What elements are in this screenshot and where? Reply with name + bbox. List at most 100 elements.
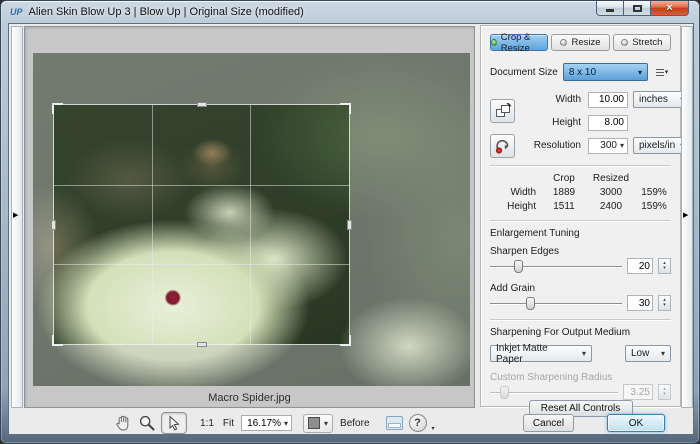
slider-track <box>490 266 622 267</box>
slider-thumb <box>500 386 509 399</box>
constrain-link-icon <box>494 137 512 155</box>
row-label-height: Height <box>490 201 542 212</box>
hand-tool-button[interactable] <box>113 413 133 433</box>
height-label: Height <box>525 117 583 128</box>
separator <box>490 165 671 167</box>
dialog-content: ▶ Macro Spider.jpg <box>8 23 694 435</box>
dialog-window: UP Alien Skin Blow Up 3 | Blow Up | Orig… <box>0 0 700 444</box>
width-percent-value: 159% <box>636 187 672 198</box>
help-menu-arrow-icon[interactable]: ▾ <box>432 425 435 435</box>
add-grain-value[interactable] <box>627 295 653 311</box>
custom-radius-group: Custom Sharpening Radius ▴ ▾ <box>490 362 671 400</box>
resolution-label: Resolution <box>525 140 583 151</box>
resolution-units-value: pixels/in <box>639 140 675 151</box>
height-percent-value: 159% <box>636 201 672 212</box>
actual-size-button[interactable]: 1:1 <box>198 418 216 429</box>
zoom-tool-button[interactable] <box>138 414 156 432</box>
constrain-proportions-button[interactable] <box>490 134 515 158</box>
split-preview-button[interactable] <box>385 415 404 431</box>
split-preview-icon <box>385 415 404 431</box>
help-button[interactable]: ? <box>409 414 427 432</box>
crop-handle-top-right[interactable] <box>340 103 351 114</box>
sharpen-edges-row: ▴ ▾ <box>490 258 671 274</box>
tab-stretch[interactable]: Stretch <box>613 34 671 51</box>
spin-down-icon: ▾ <box>663 392 666 397</box>
crop-handle-bottom-left[interactable] <box>52 335 63 346</box>
select-tool-button[interactable] <box>161 412 187 434</box>
tab-label: Stretch <box>632 37 662 48</box>
left-flyout-panel[interactable]: ▶ <box>11 26 23 408</box>
column-header-resized: Resized <box>586 173 636 184</box>
table-spacer <box>490 173 542 184</box>
zoom-level-select[interactable]: ▾ <box>241 415 292 431</box>
crop-handle-top-left[interactable] <box>52 103 63 114</box>
height-field[interactable] <box>588 115 628 131</box>
crop-handle-bottom[interactable] <box>197 342 207 347</box>
right-flyout-arrow-icon: ▶ <box>683 212 688 219</box>
column-header-crop: Crop <box>542 173 586 184</box>
custom-radius-label: Custom Sharpening Radius <box>490 372 671 383</box>
maximize-icon <box>633 5 642 12</box>
background-color-select[interactable]: ▾ <box>303 414 333 433</box>
tab-crop-and-resize[interactable]: Crop & Resize <box>490 34 548 51</box>
resolution-select[interactable]: 300 ▾ <box>588 138 628 154</box>
enlargement-tuning-heading: Enlargement Tuning <box>490 228 671 239</box>
cursor-arrow-icon <box>166 415 182 431</box>
close-button[interactable]: × <box>651 1 689 16</box>
rotate-pages-icon <box>494 102 512 120</box>
resized-width-value: 3000 <box>586 187 636 198</box>
separator <box>490 319 671 321</box>
add-grain-stepper[interactable]: ▴ ▾ <box>658 295 671 311</box>
before-toggle[interactable]: Before <box>338 418 371 429</box>
slider-thumb[interactable] <box>514 260 523 273</box>
preset-menu-button[interactable]: ▾ <box>653 64 671 80</box>
spin-down-icon: ▾ <box>663 266 666 271</box>
crop-width-value: 1889 <box>542 187 586 198</box>
rotate-dimensions-button[interactable] <box>490 99 515 123</box>
right-flyout-panel[interactable]: ▶ <box>681 26 693 408</box>
settings-panel: Crop & Resize Resize Stretch Document Si… <box>480 25 681 407</box>
sharpening-heading: Sharpening For Output Medium <box>490 327 671 338</box>
crop-rectangle[interactable] <box>53 104 350 345</box>
tab-label: Crop & Resize <box>501 32 548 54</box>
tab-resize[interactable]: Resize <box>551 34 609 51</box>
preview-image[interactable] <box>33 53 470 386</box>
crop-grid-line <box>54 185 349 186</box>
sharpening-strength-select[interactable]: Low ▾ <box>625 345 671 362</box>
width-field[interactable] <box>588 92 628 108</box>
document-size-label: Document Size <box>490 67 558 78</box>
title-bar[interactable]: UP Alien Skin Blow Up 3 | Blow Up | Orig… <box>1 1 699 23</box>
chevron-down-icon: ▾ <box>665 68 669 76</box>
minimize-button[interactable] <box>596 1 624 16</box>
minimize-icon <box>606 9 614 12</box>
tab-radio-icon <box>621 39 628 46</box>
fit-button[interactable]: Fit <box>221 418 236 429</box>
slider-track <box>490 303 622 304</box>
custom-radius-value <box>623 384 653 400</box>
add-grain-slider[interactable] <box>490 296 622 310</box>
crop-handle-bottom-right[interactable] <box>340 335 351 346</box>
crop-handle-left[interactable] <box>51 220 56 230</box>
custom-radius-stepper: ▴ ▾ <box>658 384 671 400</box>
preview-panel: Macro Spider.jpg <box>24 26 475 408</box>
crop-handle-top[interactable] <box>197 102 207 107</box>
sharpening-strength-value: Low <box>631 348 649 359</box>
output-medium-select[interactable]: Inkjet Matte Paper ▾ <box>490 345 592 362</box>
crop-handle-right[interactable] <box>347 220 352 230</box>
add-grain-row: ▴ ▾ <box>490 295 671 311</box>
cancel-button[interactable]: Cancel <box>523 414 574 432</box>
document-size-select[interactable]: 8 x 10 ▾ <box>563 63 648 81</box>
sharpen-edges-value[interactable] <box>627 258 653 274</box>
sharpen-edges-stepper[interactable]: ▴ ▾ <box>658 258 671 274</box>
mode-tabs: Crop & Resize Resize Stretch <box>490 34 671 51</box>
row-label-width: Width <box>490 187 542 198</box>
sharpening-selects-row: Inkjet Matte Paper ▾ Low ▾ <box>490 345 671 362</box>
zoom-level-value[interactable] <box>245 418 281 429</box>
maximize-button[interactable] <box>624 1 651 16</box>
left-flyout-arrow-icon: ▶ <box>13 212 18 219</box>
ok-button[interactable]: OK <box>607 414 665 432</box>
sharpen-edges-slider[interactable] <box>490 259 622 273</box>
resized-height-value: 2400 <box>586 201 636 212</box>
slider-thumb[interactable] <box>526 297 535 310</box>
table-spacer <box>636 173 672 184</box>
